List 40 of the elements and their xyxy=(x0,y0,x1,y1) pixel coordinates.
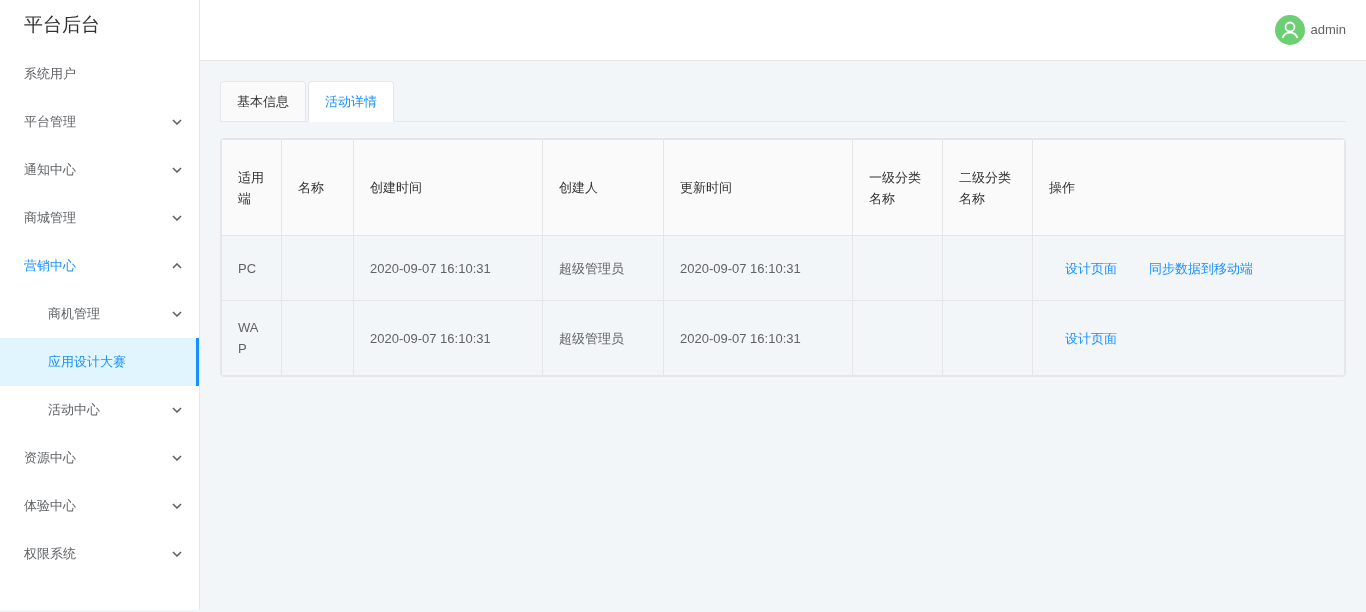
chevron-down-icon xyxy=(172,503,182,509)
chevron-down-icon xyxy=(172,455,182,461)
column-header: 二级分类名称 xyxy=(942,139,1033,236)
column-header: 适用端 xyxy=(221,139,282,236)
chevron-down-icon xyxy=(172,551,182,557)
menu-item[interactable]: 体验中心 xyxy=(0,482,199,530)
app-title: 平台后台 xyxy=(23,12,101,37)
table-cell: 超级管理员 xyxy=(542,235,664,301)
chevron-down-icon xyxy=(172,167,182,173)
menu-item[interactable]: 资源中心 xyxy=(0,434,199,482)
menu-item[interactable]: 商城管理 xyxy=(0,194,199,242)
chevron-down-icon xyxy=(172,119,182,125)
chevron-down-icon xyxy=(172,407,182,413)
tab[interactable]: 基本信息 xyxy=(220,81,306,121)
chevron-down-icon xyxy=(172,311,182,317)
table-cell: PC xyxy=(221,235,282,301)
column-header: 名称 xyxy=(281,139,354,236)
column-header: 创建人 xyxy=(542,139,664,236)
column-header: 创建时间 xyxy=(353,139,543,236)
table-cell: 2020-09-07 16:10:31 xyxy=(663,300,853,376)
menu-item[interactable]: 系统用户 xyxy=(0,50,199,98)
table-cell: WAP xyxy=(221,300,282,376)
menu-item[interactable]: 权限系统 xyxy=(0,530,199,578)
username[interactable]: admin xyxy=(1310,20,1346,40)
chevron-down-icon xyxy=(172,215,182,221)
column-header: 一级分类名称 xyxy=(852,139,943,236)
table-cell: 2020-09-07 16:10:31 xyxy=(353,300,543,376)
menu-item[interactable]: 营销中心 xyxy=(0,242,199,290)
menu-item[interactable]: 通知中心 xyxy=(0,146,199,194)
menu-item[interactable]: 商机管理 xyxy=(0,290,199,338)
table-cell: 2020-09-07 16:10:31 xyxy=(663,235,853,301)
column-header: 操作 xyxy=(1032,139,1345,236)
chevron-up-icon xyxy=(172,263,182,269)
table-cell: 2020-09-07 16:10:31 xyxy=(353,235,543,301)
tab[interactable]: 活动详情 xyxy=(308,81,394,122)
menu-item[interactable]: 平台管理 xyxy=(0,98,199,146)
menu-item[interactable]: 活动中心 xyxy=(0,386,199,434)
table-cell: 超级管理员 xyxy=(542,300,664,376)
user-avatar-icon[interactable] xyxy=(1274,15,1305,45)
column-header: 更新时间 xyxy=(663,139,853,236)
